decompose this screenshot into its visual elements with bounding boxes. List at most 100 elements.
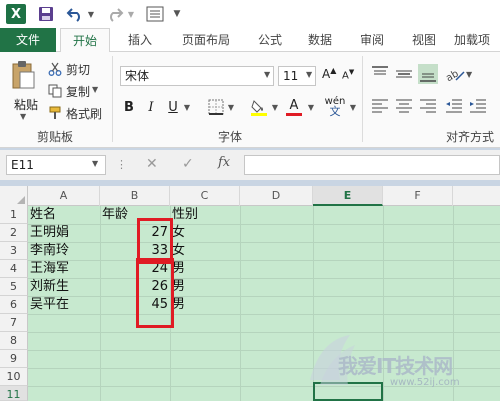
row-header-7[interactable]: 7 bbox=[0, 314, 28, 332]
cell-a4[interactable]: 王海军 bbox=[28, 260, 100, 278]
copy-button[interactable]: 复制 bbox=[48, 82, 90, 100]
fill-color-dropdown-icon[interactable]: ▼ bbox=[270, 96, 280, 118]
font-name-dropdown-icon[interactable]: ▼ bbox=[264, 70, 270, 79]
tab-page-layout[interactable]: 页面布局 bbox=[172, 28, 240, 52]
redo-dropdown-icon[interactable]: ▼ bbox=[126, 3, 136, 25]
copy-dropdown-icon[interactable]: ▼ bbox=[92, 85, 98, 94]
formula-bar-resize-handle[interactable]: ⋮ bbox=[116, 158, 127, 171]
fill-color-button[interactable] bbox=[248, 96, 270, 118]
italic-button[interactable]: I bbox=[142, 96, 160, 118]
cell-c2[interactable]: 女 bbox=[170, 224, 240, 242]
cell-c3[interactable]: 女 bbox=[170, 242, 240, 260]
column-header-f[interactable]: F bbox=[383, 186, 453, 206]
cell-a5[interactable]: 刘新生 bbox=[28, 278, 100, 296]
cancel-entry-button[interactable]: ✕ bbox=[146, 156, 158, 172]
paste-dropdown-icon[interactable]: ▼ bbox=[20, 112, 26, 121]
column-header-g[interactable] bbox=[453, 186, 500, 206]
row-header-3[interactable]: 3 bbox=[0, 242, 28, 260]
decrease-font-size-button[interactable]: A▼ bbox=[342, 68, 354, 81]
align-bottom-button[interactable] bbox=[418, 64, 438, 84]
select-all-triangle-icon bbox=[17, 196, 25, 204]
cut-button[interactable]: 剪切 bbox=[48, 60, 90, 78]
tab-view[interactable]: 视图 bbox=[404, 28, 444, 52]
underline-button[interactable]: U bbox=[164, 96, 182, 118]
row-header-2[interactable]: 2 bbox=[0, 224, 28, 242]
undo-button[interactable] bbox=[64, 3, 86, 25]
row-header-9[interactable]: 9 bbox=[0, 350, 28, 368]
customize-toolbar-icon[interactable]: ▼ bbox=[170, 3, 184, 25]
format-painter-button[interactable]: 格式刷 bbox=[48, 104, 102, 122]
row-header-4[interactable]: 4 bbox=[0, 260, 28, 278]
borders-dropdown-icon[interactable]: ▼ bbox=[226, 96, 236, 118]
tab-add-ins[interactable]: 加载项 bbox=[454, 28, 500, 52]
font-color-dropdown-icon[interactable]: ▼ bbox=[306, 96, 316, 118]
tab-insert[interactable]: 插入 bbox=[118, 28, 162, 52]
tab-data[interactable]: 数据 bbox=[300, 28, 340, 52]
cell-c4[interactable]: 男 bbox=[170, 260, 240, 278]
phonetic-guide-button[interactable]: wén 文 bbox=[322, 96, 348, 118]
orientation-button[interactable]: ab bbox=[444, 64, 466, 86]
formula-input[interactable] bbox=[244, 155, 500, 175]
paste-button[interactable]: 粘贴 ▼ bbox=[6, 58, 40, 121]
align-middle-button[interactable] bbox=[394, 64, 414, 84]
cut-label: 剪切 bbox=[66, 62, 91, 77]
tab-file[interactable]: 文件 bbox=[0, 28, 56, 52]
watermark-url: www.52ij.com bbox=[390, 377, 460, 388]
insert-function-button[interactable]: fx bbox=[218, 155, 230, 170]
cell-a2[interactable]: 王明娟 bbox=[28, 224, 100, 242]
cell-c1[interactable]: 性别 bbox=[170, 206, 240, 224]
form-button[interactable] bbox=[144, 3, 166, 25]
name-box-dropdown-icon[interactable]: ▼ bbox=[92, 159, 98, 168]
increase-indent-button[interactable] bbox=[468, 96, 488, 116]
borders-button[interactable] bbox=[206, 96, 226, 118]
cell-a3[interactable]: 李南玲 bbox=[28, 242, 100, 260]
font-color-button[interactable]: A bbox=[284, 96, 304, 118]
paste-label: 粘贴 bbox=[13, 98, 38, 112]
row-header-10[interactable]: 10 bbox=[0, 368, 28, 386]
ribbon-separator bbox=[112, 56, 113, 142]
redo-button[interactable] bbox=[104, 3, 126, 25]
increase-font-size-button[interactable]: A▲ bbox=[322, 66, 336, 81]
column-header-b[interactable]: B bbox=[100, 186, 170, 206]
row-header-5[interactable]: 5 bbox=[0, 278, 28, 296]
save-button[interactable] bbox=[36, 3, 56, 25]
redo-icon bbox=[110, 8, 124, 22]
font-group-label: 字体 bbox=[217, 130, 242, 144]
ribbon-separator bbox=[362, 56, 363, 142]
cell-c5[interactable]: 男 bbox=[170, 278, 240, 296]
column-header-a[interactable]: A bbox=[28, 186, 100, 206]
select-all-button[interactable] bbox=[0, 186, 28, 206]
caret-up-icon: ▲ bbox=[330, 66, 337, 75]
align-center-button[interactable] bbox=[394, 96, 414, 116]
underline-dropdown-icon[interactable]: ▼ bbox=[182, 96, 192, 118]
save-icon bbox=[39, 7, 53, 21]
tab-home[interactable]: 开始 bbox=[60, 28, 110, 53]
enter-entry-button[interactable]: ✓ bbox=[182, 156, 194, 172]
decrease-indent-button[interactable] bbox=[444, 96, 464, 116]
bold-button[interactable]: B bbox=[120, 96, 138, 118]
align-left-button[interactable] bbox=[370, 96, 390, 116]
cell-a6[interactable]: 吴平在 bbox=[28, 296, 100, 314]
row-header-8[interactable]: 8 bbox=[0, 332, 28, 350]
column-header-e[interactable]: E bbox=[313, 186, 383, 206]
tab-formulas[interactable]: 公式 bbox=[250, 28, 290, 52]
font-color-label: A bbox=[289, 97, 299, 113]
row-header-6[interactable]: 6 bbox=[0, 296, 28, 314]
name-box[interactable]: E11 bbox=[6, 155, 106, 175]
row-header-11[interactable]: 11 bbox=[0, 386, 28, 401]
column-header-d[interactable]: D bbox=[240, 186, 313, 206]
align-top-button[interactable] bbox=[370, 64, 390, 84]
cell-a1[interactable]: 姓名 bbox=[28, 206, 100, 224]
format-painter-icon bbox=[49, 106, 61, 119]
column-header-c[interactable]: C bbox=[170, 186, 240, 206]
orientation-dropdown-icon[interactable]: ▼ bbox=[466, 70, 472, 79]
tab-review[interactable]: 审阅 bbox=[352, 28, 392, 52]
ribbon-tabs: 文件 开始 插入 页面布局 公式 数据 审阅 视图 加载项 bbox=[0, 28, 500, 53]
cell-c6[interactable]: 男 bbox=[170, 296, 240, 314]
font-name-combobox[interactable]: 宋体 bbox=[120, 66, 274, 86]
align-right-button[interactable] bbox=[418, 96, 438, 116]
phonetic-dropdown-icon[interactable]: ▼ bbox=[348, 96, 358, 118]
undo-dropdown-icon[interactable]: ▼ bbox=[86, 3, 96, 25]
font-size-dropdown-icon[interactable]: ▼ bbox=[306, 70, 312, 79]
row-header-1[interactable]: 1 bbox=[0, 206, 28, 224]
